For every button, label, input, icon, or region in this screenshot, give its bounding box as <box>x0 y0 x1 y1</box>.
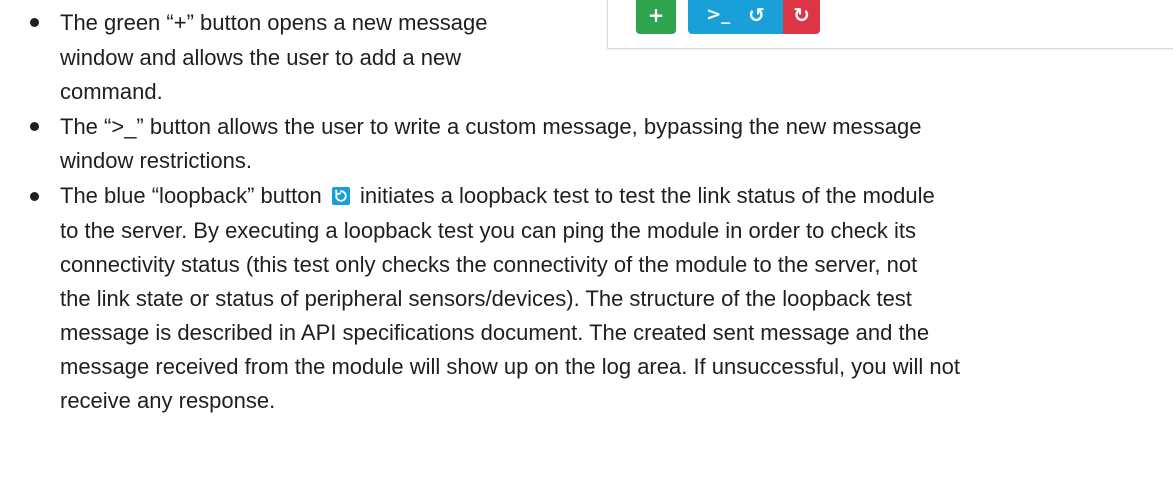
red-reload-button[interactable]: ↻ <box>783 0 820 34</box>
bullet-dot <box>30 18 39 27</box>
bullet-dot <box>30 192 39 201</box>
add-button[interactable]: + <box>636 0 676 34</box>
bullet-3-line-6: message received from the module will sh… <box>60 354 961 379</box>
bullet-3-line-2: to the server. By executing a loopback t… <box>60 218 917 243</box>
bullet-3-line-1: The blue “loopback” button initiates a l… <box>60 181 935 211</box>
reload-icon: ↻ <box>793 3 810 27</box>
terminal-icon: >_ <box>706 4 731 25</box>
bullet-3-line-4: the link state or status of peripheral s… <box>60 286 912 311</box>
plus-icon: + <box>647 3 665 27</box>
bullet-3-line-1-start: The blue “loopback” button <box>60 183 322 208</box>
loopback-icon: ↺ <box>748 3 765 27</box>
loopback-icon <box>331 187 350 205</box>
bullet-3-line-3: connectivity status (this test only chec… <box>60 252 918 277</box>
document-page: + >_ ↺ ↻ The green “+” button opens a ne… <box>0 0 1173 482</box>
blue-button-group[interactable]: >_ ↺ <box>688 0 783 34</box>
bullet-1-line-1: The green “+” button opens a new message <box>60 10 488 35</box>
bullet-2-line-1: The “>_” button allows the user to write… <box>60 114 922 139</box>
bullet-dot <box>30 122 39 131</box>
bullet-3-line-5: message is described in API specificatio… <box>60 320 930 345</box>
bullet-3-line-7: receive any response. <box>60 388 276 413</box>
toolbar-panel: + >_ ↺ ↻ <box>607 0 1173 49</box>
bullet-1-line-3: command. <box>60 79 163 104</box>
bullet-2-line-2: window restrictions. <box>60 148 252 173</box>
bullet-3-line-1-end: initiates a loopback test to test the li… <box>359 183 935 208</box>
bullet-1-line-2: window and allows the user to add a new <box>60 45 462 70</box>
